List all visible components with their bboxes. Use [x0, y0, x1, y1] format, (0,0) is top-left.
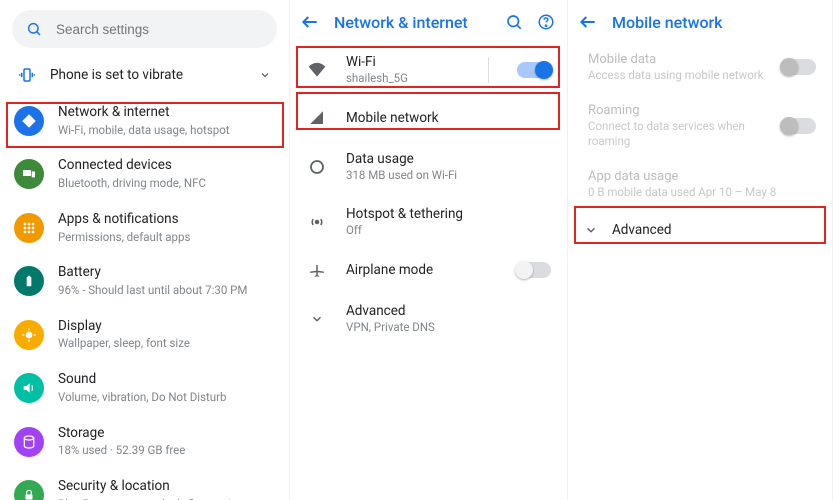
help-icon[interactable] — [537, 13, 555, 31]
airplane-title: Airplane mode — [346, 262, 499, 278]
vibrate-row[interactable]: Phone is set to vibrate — [0, 56, 289, 94]
back-icon[interactable] — [300, 12, 320, 32]
roaming-title: Roaming — [588, 103, 782, 118]
settings-item-apps[interactable]: Apps & notifications Permissions, defaul… — [0, 201, 289, 254]
signal-icon — [308, 109, 326, 127]
settings-item-security[interactable]: Security & location Play Protect, screen… — [0, 468, 289, 500]
search-input[interactable] — [56, 22, 263, 37]
hotspot-sub: Off — [346, 223, 551, 237]
advanced-sub: VPN, Private DNS — [346, 320, 551, 334]
wifi-icon — [307, 60, 327, 80]
app-usage-row: App data usage 0 B mobile data used Apr … — [568, 159, 832, 210]
advanced-title: Advanced — [346, 303, 551, 319]
item-sub: Wi-Fi, mobile, data usage, hotspot — [58, 123, 275, 138]
advanced-label: Advanced — [612, 222, 672, 238]
display-icon — [21, 327, 37, 343]
item-sub: Wallpaper, sleep, font size — [58, 336, 275, 351]
item-sub: Permissions, default apps — [58, 230, 275, 245]
hotspot-icon — [308, 213, 326, 231]
mobile-data-row: Mobile data Access data using mobile net… — [568, 42, 832, 93]
settings-panel: Phone is set to vibrate Network & intern… — [0, 0, 290, 500]
panel-header: Network & internet — [290, 0, 567, 42]
settings-item-battery[interactable]: Battery 96% - Should last until about 7:… — [0, 254, 289, 307]
item-title: Connected devices — [58, 157, 275, 175]
roaming-toggle — [782, 118, 816, 134]
panel-title: Network & internet — [334, 13, 491, 32]
wifi-diamond-icon — [20, 112, 38, 130]
wifi-sub: shailesh_5G — [346, 71, 470, 85]
search-icon — [26, 21, 42, 37]
item-sub: 96% - Should last until about 7:30 PM — [58, 283, 275, 298]
divider — [488, 57, 489, 83]
airplane-icon — [308, 261, 326, 279]
sound-icon — [21, 380, 37, 396]
vibrate-label: Phone is set to vibrate — [50, 67, 245, 83]
data-title: Data usage — [346, 151, 551, 167]
settings-item-display[interactable]: Display Wallpaper, sleep, font size — [0, 308, 289, 361]
network-panel: Network & internet Wi-Fi shailesh_5G Mob… — [290, 0, 568, 500]
item-sub: 18% used · 52.39 GB free — [58, 443, 275, 458]
mobile-title: Mobile network — [346, 110, 551, 126]
advanced-row[interactable]: Advanced VPN, Private DNS — [290, 291, 567, 346]
advanced-row[interactable]: Advanced — [568, 210, 832, 250]
settings-item-network[interactable]: Network & internet Wi-Fi, mobile, data u… — [0, 94, 289, 147]
wifi-row[interactable]: Wi-Fi shailesh_5G — [290, 42, 567, 97]
item-title: Storage — [58, 425, 275, 443]
settings-item-storage[interactable]: Storage 18% used · 52.39 GB free — [0, 415, 289, 468]
storage-icon — [21, 434, 37, 450]
search-bar[interactable] — [12, 10, 277, 48]
item-title: Sound — [58, 371, 275, 389]
wifi-title: Wi-Fi — [346, 54, 470, 70]
panel-header: Mobile network — [568, 0, 832, 42]
roaming-sub: Connect to data services when roaming — [588, 119, 782, 149]
item-title: Battery — [58, 264, 275, 282]
item-title: Network & internet — [58, 104, 275, 122]
data-usage-icon — [308, 158, 326, 176]
apps-icon — [21, 220, 37, 236]
item-title: Security & location — [58, 478, 275, 496]
app-usage-sub: 0 B mobile data used Apr 10 – May 8 — [588, 185, 816, 200]
data-sub: 318 MB used on Wi-Fi — [346, 168, 551, 182]
vibrate-icon — [18, 66, 36, 84]
chevron-down-icon — [259, 69, 271, 81]
search-icon[interactable] — [505, 13, 523, 31]
wifi-toggle[interactable] — [517, 62, 551, 78]
airplane-row[interactable]: Airplane mode — [290, 249, 567, 291]
item-sub: Volume, vibration, Do Not Disturb — [58, 390, 275, 405]
airplane-toggle[interactable] — [517, 262, 551, 278]
settings-item-sound[interactable]: Sound Volume, vibration, Do Not Disturb — [0, 361, 289, 414]
mobile-data-sub: Access data using mobile network — [588, 68, 782, 83]
mobile-network-panel: Mobile network Mobile data Access data u… — [568, 0, 833, 500]
app-usage-title: App data usage — [588, 169, 816, 184]
roaming-row: Roaming Connect to data services when ro… — [568, 93, 832, 159]
hotspot-title: Hotspot & tethering — [346, 206, 551, 222]
item-title: Apps & notifications — [58, 211, 275, 229]
settings-item-connected[interactable]: Connected devices Bluetooth, driving mod… — [0, 147, 289, 200]
hotspot-row[interactable]: Hotspot & tethering Off — [290, 194, 567, 249]
item-sub: Bluetooth, driving mode, NFC — [58, 176, 275, 191]
item-title: Display — [58, 318, 275, 336]
mobile-data-toggle — [782, 59, 816, 75]
chevron-down-icon — [584, 223, 598, 237]
lock-icon — [22, 488, 36, 500]
back-icon[interactable] — [578, 12, 598, 32]
mobile-network-row[interactable]: Mobile network — [290, 97, 567, 139]
devices-icon — [21, 166, 37, 182]
data-usage-row[interactable]: Data usage 318 MB used on Wi-Fi — [290, 139, 567, 194]
mobile-data-title: Mobile data — [588, 52, 782, 67]
chevron-down-icon — [310, 312, 324, 326]
panel-title: Mobile network — [612, 13, 820, 32]
battery-icon — [22, 274, 36, 288]
